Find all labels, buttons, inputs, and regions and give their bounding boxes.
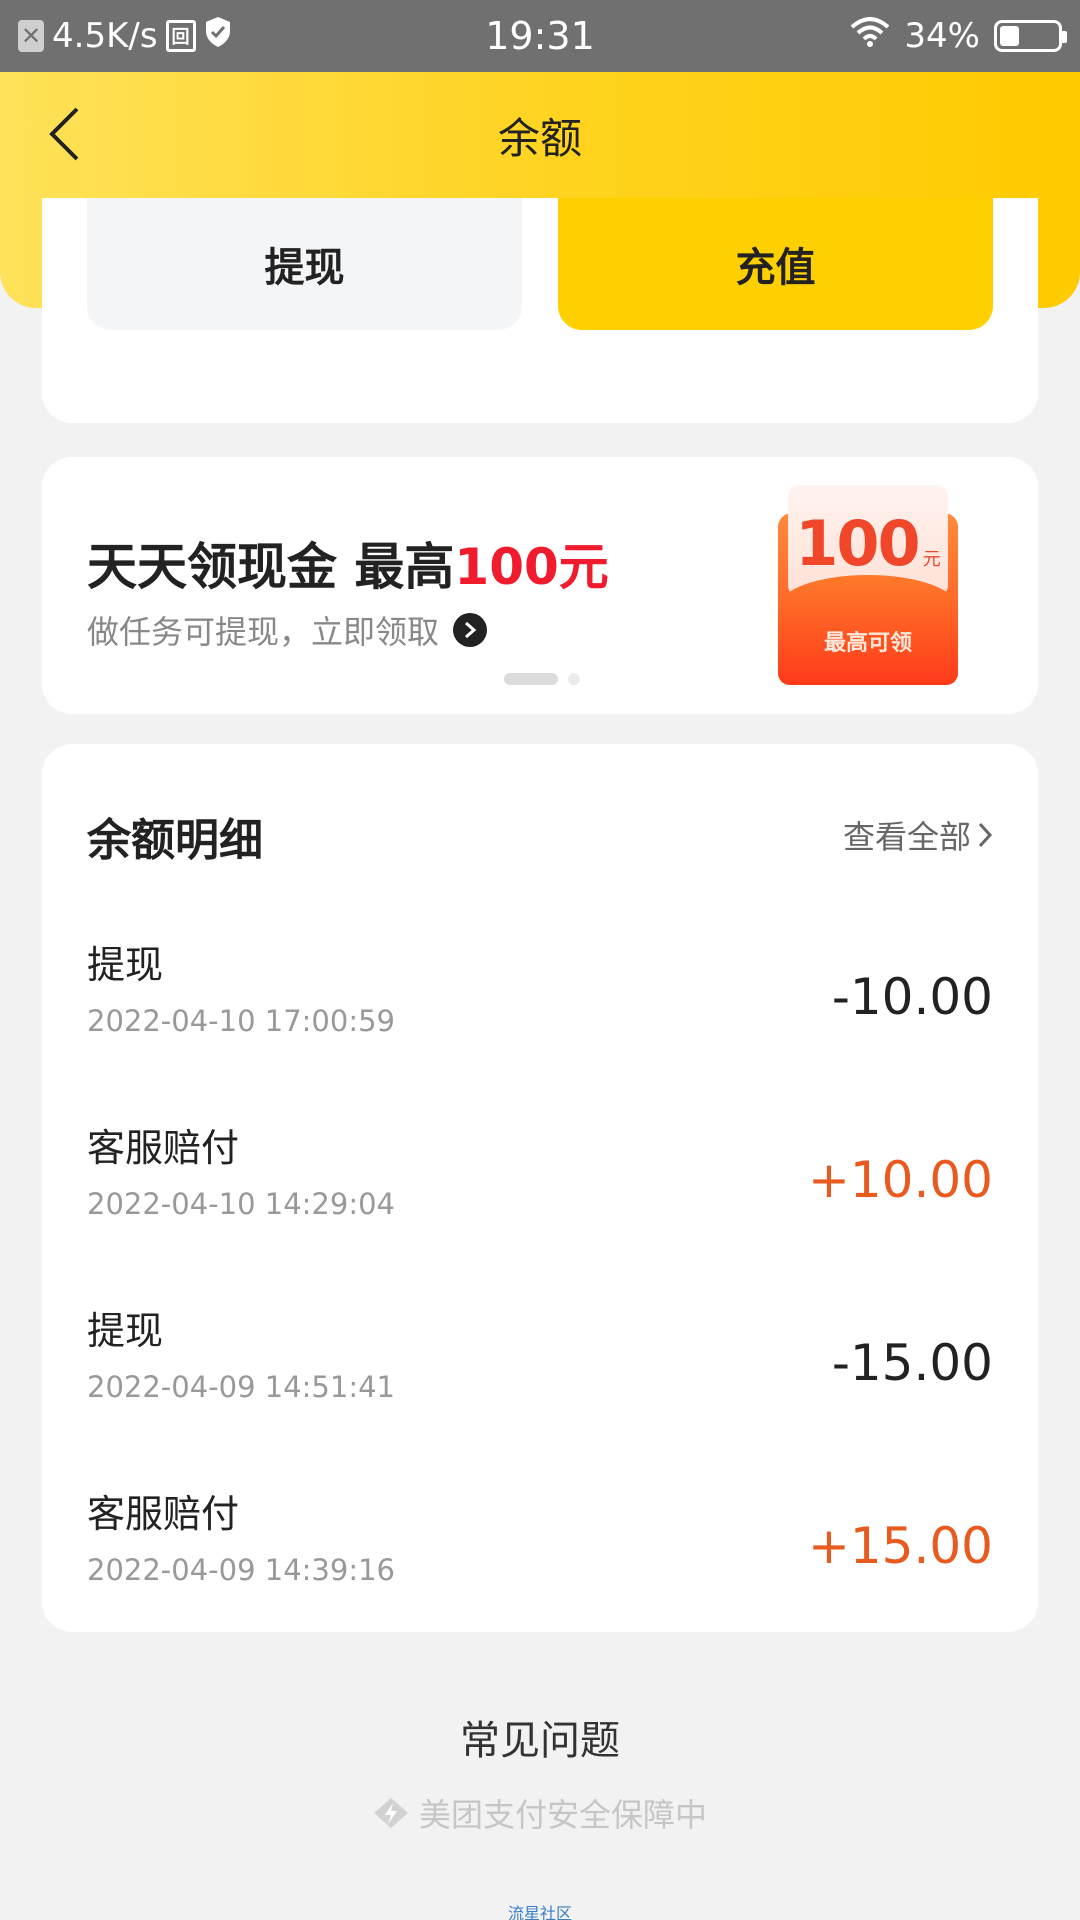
transaction-amount: +15.00 bbox=[807, 1517, 993, 1575]
faq-link[interactable]: 常见问题 bbox=[0, 1708, 1080, 1766]
battery-percent: 34% bbox=[904, 16, 980, 56]
transaction-row[interactable]: 提现 2022-04-10 17:00:59 -10.00 bbox=[87, 934, 993, 1074]
transaction-time: 2022-04-09 14:51:41 bbox=[87, 1370, 395, 1404]
withdraw-button[interactable]: 提现 bbox=[87, 198, 522, 330]
network-speed: 4.5K/s bbox=[52, 16, 158, 56]
carousel-dot-active bbox=[504, 673, 558, 685]
nav-bar: 余额 bbox=[0, 72, 1080, 198]
transaction-row[interactable]: 客服赔付 2022-04-10 14:29:04 +10.00 bbox=[87, 1117, 993, 1257]
promo-title: 天天领现金 最高100元 bbox=[87, 527, 609, 599]
wifi-icon bbox=[850, 16, 890, 56]
safety-notice: 美团支付安全保障中 bbox=[0, 1790, 1080, 1836]
transaction-name: 提现 bbox=[87, 1309, 164, 1353]
transaction-row[interactable]: 客服赔付 2022-04-09 14:39:16 +15.00 bbox=[87, 1483, 993, 1623]
transaction-name: 客服赔付 bbox=[87, 1126, 240, 1170]
safety-text: 美团支付安全保障中 bbox=[418, 1796, 707, 1834]
red-envelope-image: 100 元 最高可领 bbox=[778, 485, 958, 685]
chevron-right-icon bbox=[978, 822, 993, 848]
promo-title-highlight: 100元 bbox=[454, 538, 609, 596]
transaction-time: 2022-04-09 14:39:16 bbox=[87, 1553, 395, 1587]
battery-icon bbox=[994, 20, 1067, 52]
chevron-left-icon bbox=[49, 107, 79, 161]
screen: ✕ 4.5K/s 回 19:31 34% 余额 提现 充值 天天领现金 最高10… bbox=[0, 0, 1080, 1920]
transaction-name: 客服赔付 bbox=[87, 1492, 240, 1536]
section-title: 余额明细 bbox=[87, 815, 263, 866]
promo-title-main: 天天领现金 最高 bbox=[87, 538, 455, 596]
watermark: 流星社区 bbox=[507, 1904, 572, 1920]
page-title: 余额 bbox=[497, 113, 582, 163]
carousel-dot bbox=[568, 673, 580, 685]
balance-detail-card: 余额明细 查看全部 提现 2022-04-10 17:00:59 -10.00 … bbox=[42, 744, 1038, 1632]
shield-icon bbox=[204, 16, 232, 57]
transaction-name: 提现 bbox=[87, 943, 164, 987]
carousel-indicator bbox=[504, 673, 580, 685]
promo-subtitle: 做任务可提现，立即领取 bbox=[87, 613, 440, 651]
transaction-time: 2022-04-10 14:29:04 bbox=[87, 1187, 395, 1221]
transaction-row[interactable]: 提现 2022-04-09 14:51:41 -15.00 bbox=[87, 1300, 993, 1440]
status-right: 34% bbox=[642, 16, 1067, 56]
close-notification-icon: ✕ bbox=[18, 20, 44, 52]
transaction-amount: -15.00 bbox=[831, 1334, 993, 1392]
view-all-link[interactable]: 查看全部 bbox=[843, 812, 993, 858]
red-envelope-label: 最高可领 bbox=[823, 631, 912, 656]
chevron-right-circle-icon[interactable] bbox=[453, 613, 488, 647]
promo-banner[interactable]: 天天领现金 最高100元 做任务可提现，立即领取 100 元 最高可领 bbox=[42, 457, 1038, 714]
clock: 19:31 bbox=[485, 14, 595, 58]
transaction-amount: +10.00 bbox=[807, 1151, 993, 1209]
status-left: ✕ 4.5K/s 回 bbox=[18, 16, 438, 57]
back-button[interactable] bbox=[34, 104, 94, 164]
security-badge-icon bbox=[373, 1798, 408, 1828]
status-bar: ✕ 4.5K/s 回 19:31 34% bbox=[0, 0, 1080, 72]
transaction-time: 2022-04-10 17:00:59 bbox=[87, 1004, 395, 1038]
promo-subtitle-row: 做任务可提现，立即领取 bbox=[87, 607, 488, 653]
red-envelope-unit: 元 bbox=[922, 549, 941, 570]
red-envelope-amount: 100 bbox=[795, 507, 920, 580]
screenshot-icon: 回 bbox=[165, 20, 196, 52]
balance-card: 提现 充值 bbox=[42, 198, 1038, 423]
recharge-button[interactable]: 充值 bbox=[558, 198, 993, 330]
transaction-amount: -10.00 bbox=[831, 968, 993, 1026]
view-all-label: 查看全部 bbox=[842, 818, 971, 856]
